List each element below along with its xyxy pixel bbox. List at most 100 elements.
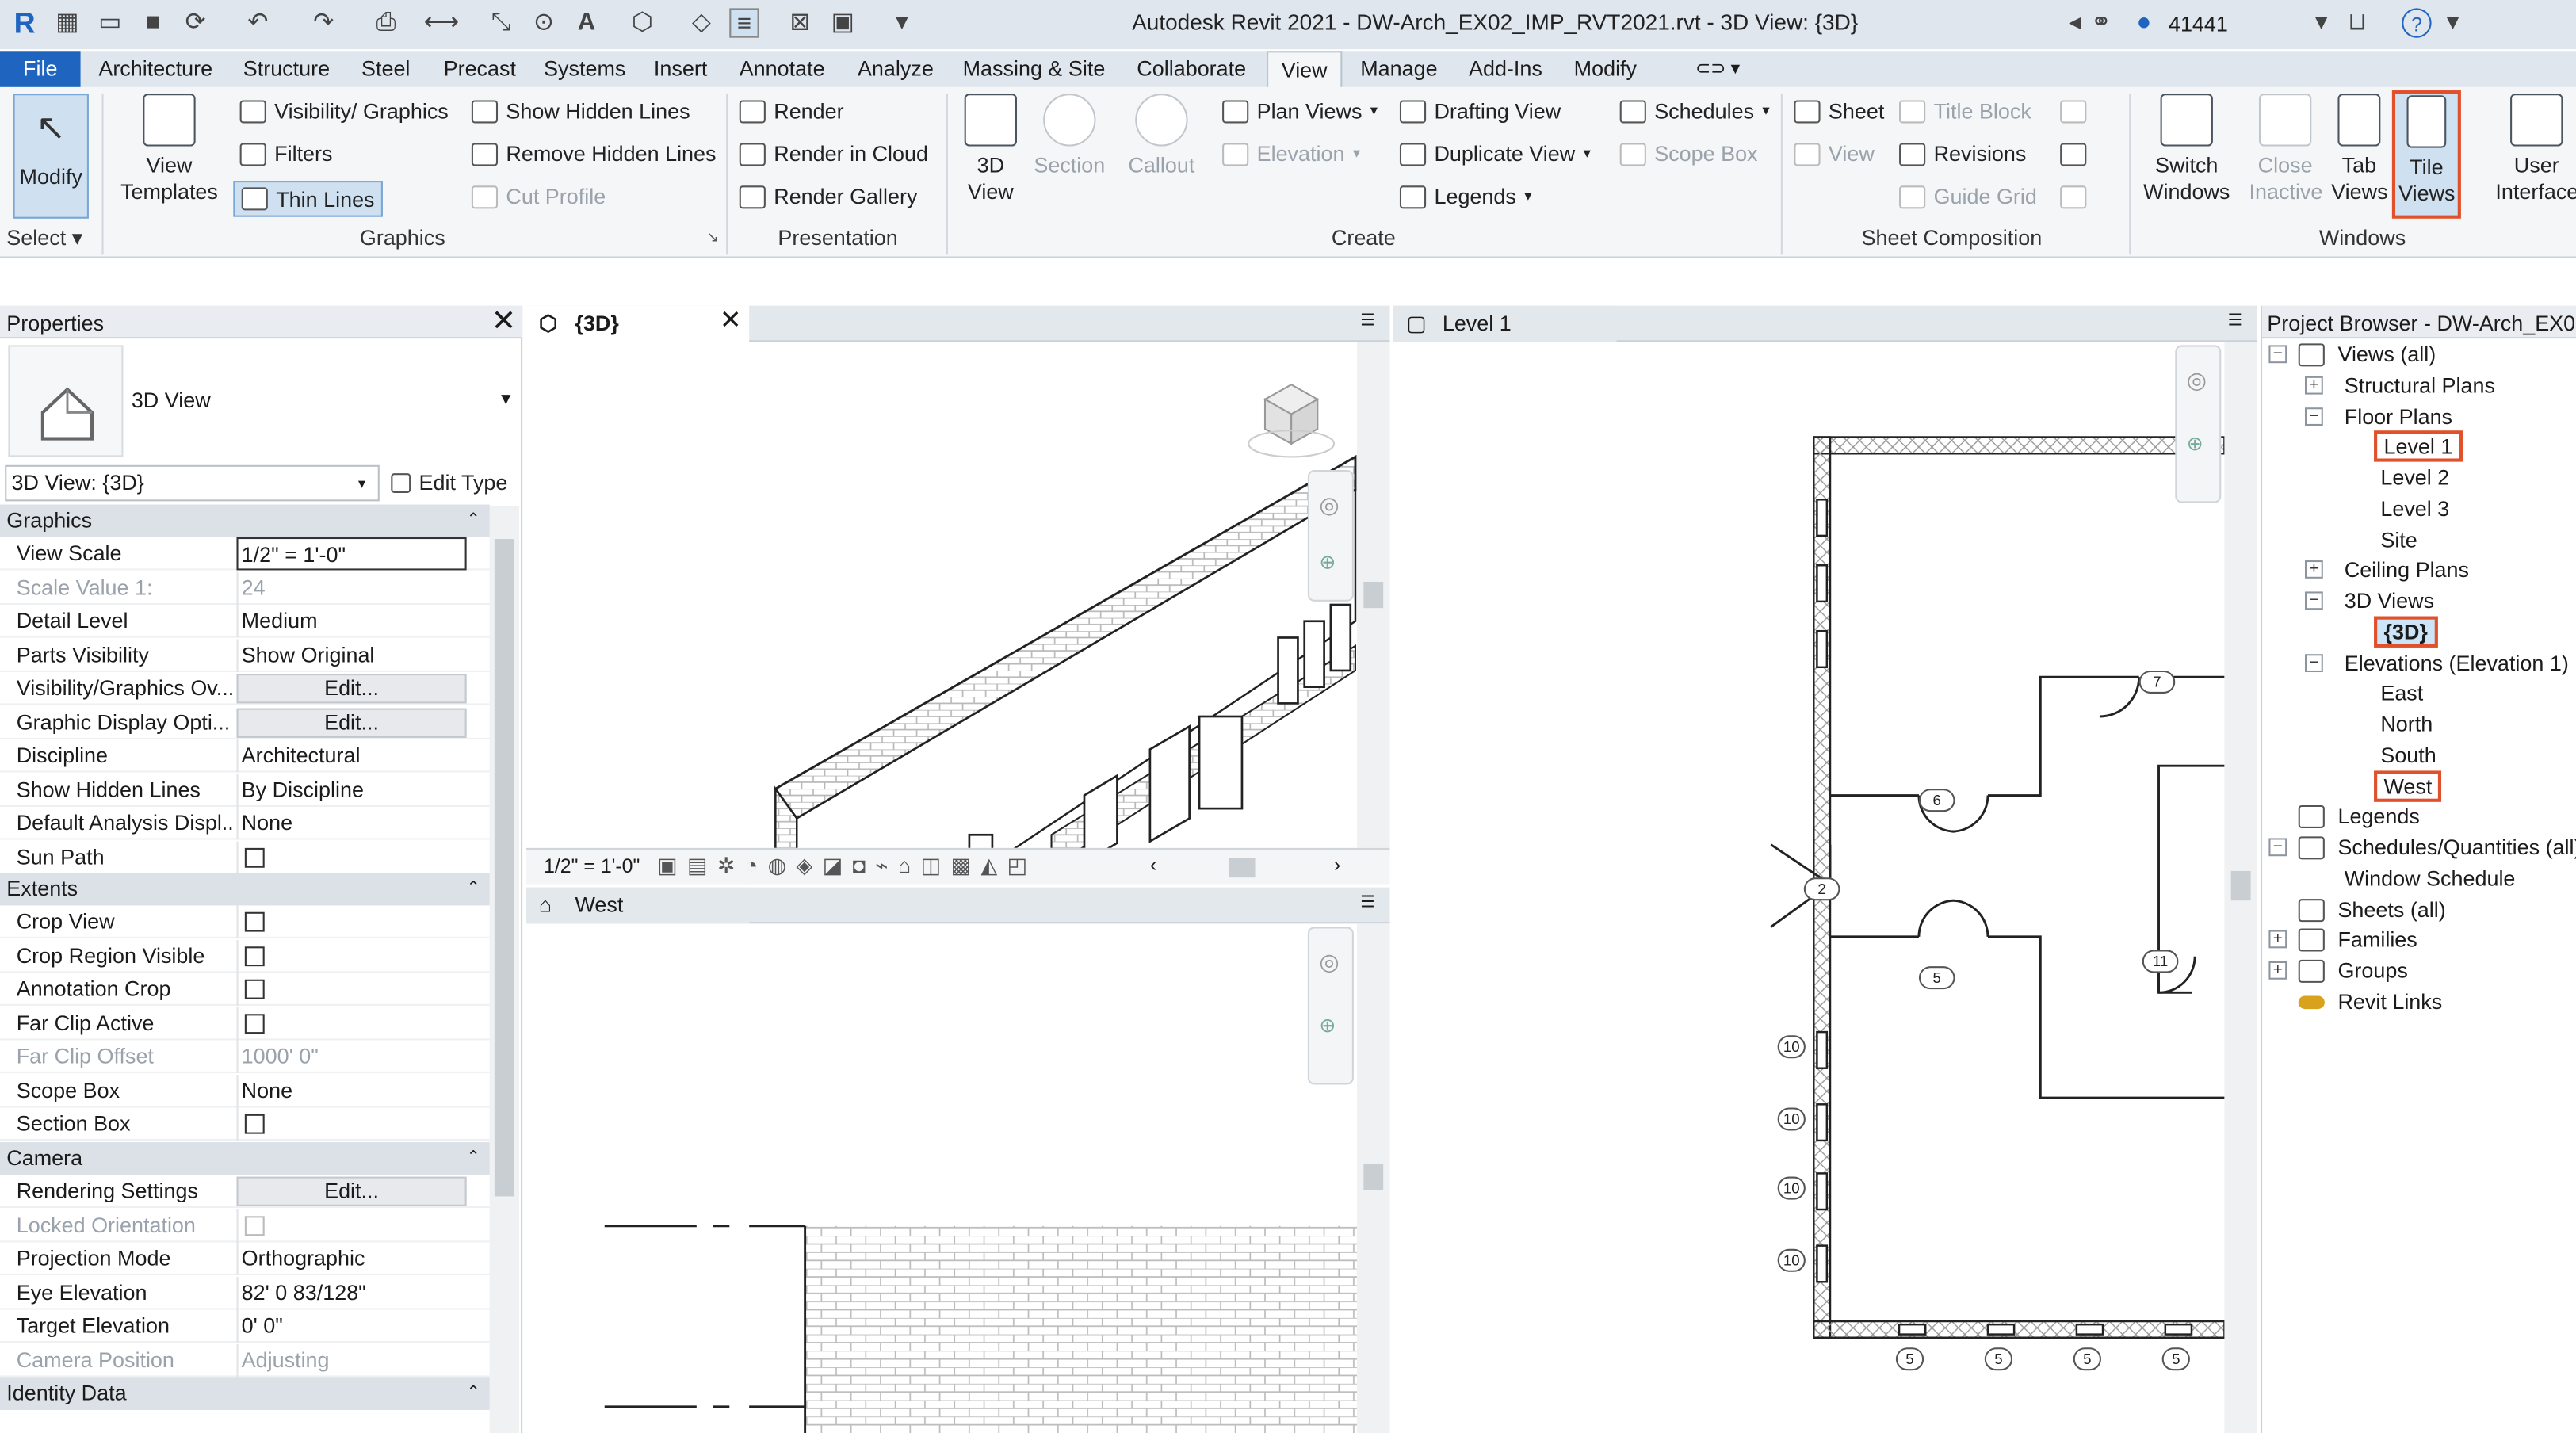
tab-structure[interactable]: Structure xyxy=(230,51,342,87)
3d-view-button[interactable]: 3D View xyxy=(956,94,1025,205)
home-icon[interactable]: ▦ xyxy=(52,8,82,37)
tab-manage[interactable]: Manage xyxy=(1347,51,1451,87)
property-row[interactable]: Locked Orientation xyxy=(0,1208,490,1242)
grid-tag[interactable]: 5 xyxy=(2073,1347,2101,1371)
tab-massing-site[interactable]: Massing & Site xyxy=(950,51,1118,87)
ribbon-options-icon[interactable]: ⊂⊃ ▾ xyxy=(1682,51,1752,87)
legends-button[interactable]: Legends ▾ xyxy=(1399,184,1532,208)
view-menu-icon[interactable]: ☰ xyxy=(2228,312,2243,331)
drafting-view-button[interactable]: Drafting View xyxy=(1399,98,1561,124)
hscroll-left-icon[interactable]: ‹ xyxy=(1150,853,1156,876)
steering-wheel-icon[interactable]: ◎ xyxy=(1319,948,1339,976)
scrollbar-thumb[interactable] xyxy=(1363,1163,1384,1190)
browser-item-elevations[interactable]: Elevations (Elevation 1) xyxy=(2345,647,2569,678)
window-tag[interactable]: 10 xyxy=(1777,1035,1806,1059)
section-extents[interactable]: Extents ⌃ xyxy=(0,872,490,906)
door-tag[interactable]: 5 xyxy=(1918,966,1955,990)
property-row[interactable]: Detail Level Medium xyxy=(0,605,490,638)
print-icon[interactable]: ⎙ xyxy=(371,8,400,37)
tab-add-ins[interactable]: Add-Ins xyxy=(1455,51,1555,87)
view-reference-icon[interactable] xyxy=(2060,143,2087,166)
property-value[interactable]: None xyxy=(236,1073,466,1107)
duplicate-view-button[interactable]: Duplicate View ▾ xyxy=(1399,141,1591,166)
sheet-button[interactable]: Sheet xyxy=(1794,98,1884,124)
browser-item-sheets-all[interactable]: Sheets (all) xyxy=(2337,893,2445,924)
tab-insert[interactable]: Insert xyxy=(640,51,720,87)
edit-type-button[interactable]: Edit Type xyxy=(391,470,507,495)
visibility-graphics-button[interactable]: Visibility/ Graphics xyxy=(239,98,449,124)
redo-icon[interactable]: ↷ xyxy=(309,8,338,37)
view-3d-vscroll[interactable] xyxy=(1357,342,1390,848)
property-row[interactable]: View Scale 1/2" = 1'-0" xyxy=(0,537,490,571)
grid-tag[interactable]: 5 xyxy=(2161,1347,2190,1371)
collapse-icon[interactable]: − xyxy=(2268,838,2287,857)
hscroll-thumb[interactable] xyxy=(1229,858,1256,878)
measure-icon[interactable]: ⟷ xyxy=(424,8,460,37)
browser-item-structural-plans[interactable]: Structural Plans xyxy=(2345,369,2495,400)
collapse-icon[interactable]: − xyxy=(2268,345,2287,364)
door-tag[interactable]: 6 xyxy=(1918,789,1955,812)
property-row[interactable]: Target Elevation 0' 0" xyxy=(0,1309,490,1343)
window-tag[interactable]: 10 xyxy=(1777,1176,1806,1200)
edit-button[interactable]: Edit... xyxy=(236,674,467,704)
revit-logo-icon[interactable]: R xyxy=(10,8,39,37)
browser-item-3d[interactable]: {3D} xyxy=(2374,616,2438,648)
user-interface-button[interactable]: User Interface xyxy=(2487,94,2576,205)
property-row[interactable]: Projection Mode Orthographic xyxy=(0,1242,490,1275)
property-checkbox[interactable] xyxy=(244,946,265,966)
property-row[interactable]: Default Analysis Displ... None xyxy=(0,807,490,840)
close-hidden-icon[interactable]: ⊠ xyxy=(785,8,815,37)
section-button[interactable]: Section xyxy=(1032,94,1107,179)
dimension-icon[interactable]: ⤡ xyxy=(487,8,516,37)
render-in-cloud-button[interactable]: Render in Cloud xyxy=(739,141,928,166)
property-value[interactable]: Medium xyxy=(236,605,466,638)
collapse-icon[interactable]: ⌃ xyxy=(467,1142,480,1175)
tab-views-button[interactable]: Tab Views xyxy=(2326,94,2392,205)
property-row[interactable]: Sun Path xyxy=(0,840,490,874)
viewports-icon[interactable] xyxy=(2060,185,2087,209)
property-row[interactable]: Crop Region Visible xyxy=(0,938,490,973)
expand-icon[interactable]: + xyxy=(2304,560,2323,579)
grid-tag[interactable]: 5 xyxy=(1984,1347,2013,1371)
collapse-icon[interactable]: ⌃ xyxy=(467,873,480,905)
browser-item-level-3[interactable]: Level 3 xyxy=(2380,493,2449,524)
view-scale-control[interactable]: 1/2" = 1'-0" xyxy=(544,854,640,877)
property-checkbox[interactable] xyxy=(244,846,265,867)
window-tag[interactable]: 10 xyxy=(1777,1248,1806,1272)
scrollbar-thumb[interactable] xyxy=(2230,870,2251,901)
browser-item-families[interactable]: Families xyxy=(2337,924,2417,955)
browser-item-3d-views[interactable]: 3D Views xyxy=(2345,585,2434,616)
tab-view[interactable]: View xyxy=(1267,51,1343,87)
view-level1-tab[interactable]: ▢ Level 1 xyxy=(1393,305,1617,342)
tab-file[interactable]: File xyxy=(0,51,81,87)
property-value[interactable]: 0' 0" xyxy=(236,1309,466,1343)
tab-architecture[interactable]: Architecture xyxy=(86,51,226,87)
collapse-icon[interactable]: − xyxy=(2304,407,2323,425)
door-tag[interactable]: 11 xyxy=(2142,950,2179,973)
properties-scrollbar[interactable] xyxy=(489,506,519,1433)
cart-icon[interactable]: ⊔ xyxy=(2343,8,2372,37)
view-templates-button[interactable]: View Templates xyxy=(112,94,227,205)
zoom-icon[interactable]: ⊕ xyxy=(1319,551,1336,574)
property-value[interactable]: Show Original xyxy=(236,638,466,671)
property-row[interactable]: Discipline Architectural xyxy=(0,739,490,773)
property-value[interactable]: None xyxy=(236,807,466,840)
browser-item-legends[interactable]: Legends xyxy=(2337,801,2419,831)
view-window-3d[interactable]: ⬡ {3D} ✕ ☰ ◎ ⊕ 1/2" = 1'-0" ▣▤✲◔◍◈◪◘⌁⌂◫▩… xyxy=(526,304,1390,885)
property-value[interactable]: 1000' 0" xyxy=(236,1040,466,1073)
browser-item-north[interactable]: North xyxy=(2380,709,2433,739)
open-icon[interactable]: ▭ xyxy=(95,8,124,37)
collapse-icon[interactable]: − xyxy=(2304,653,2323,671)
close-inactive-button[interactable]: Close Inactive xyxy=(2244,94,2326,205)
property-checkbox[interactable] xyxy=(244,979,265,999)
user-icon[interactable]: ● xyxy=(2129,8,2158,37)
view-window-west[interactable]: ⌂ West ☰ ◎ ⊕ xyxy=(526,887,1390,1433)
property-value[interactable]: Orthographic xyxy=(236,1242,466,1275)
plan-views-button[interactable]: Plan Views ▾ xyxy=(1222,98,1378,124)
property-checkbox[interactable] xyxy=(244,1215,265,1236)
browser-item-revit-links[interactable]: Revit Links xyxy=(2337,986,2442,1017)
guide-grid-button[interactable]: Guide Grid xyxy=(1899,184,2037,208)
user-dropdown-icon[interactable]: ▾ xyxy=(2307,8,2336,37)
close-view-icon[interactable]: ✕ xyxy=(720,304,742,341)
zoom-icon[interactable]: ⊕ xyxy=(1319,1014,1336,1037)
